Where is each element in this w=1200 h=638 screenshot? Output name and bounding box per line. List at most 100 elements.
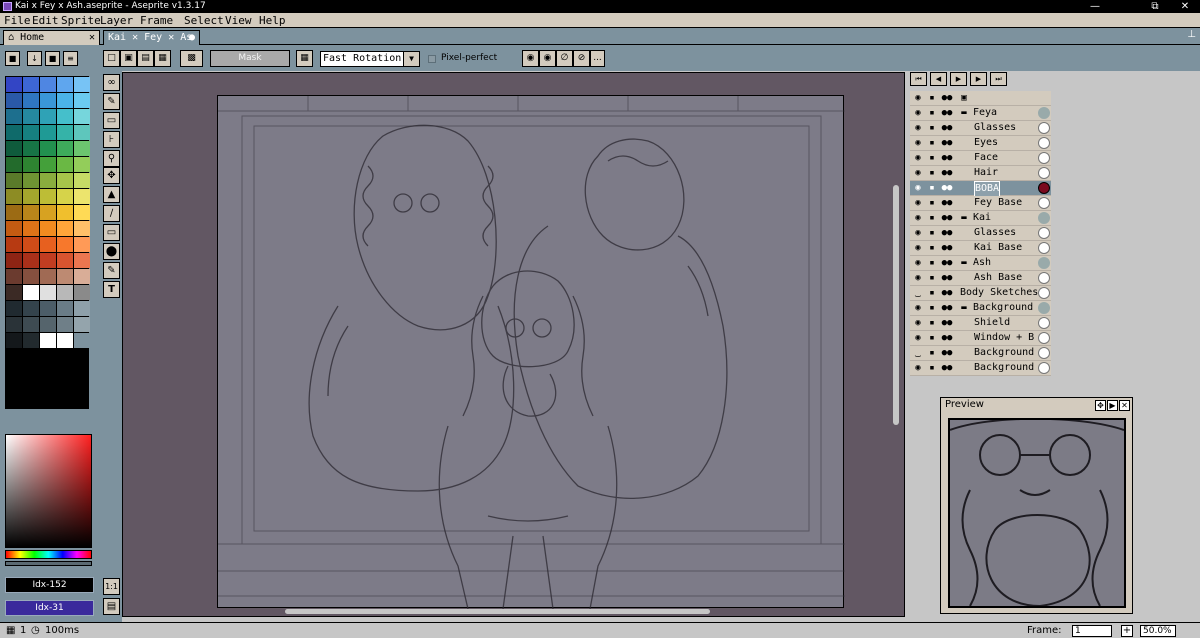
eyedropper-tool-icon[interactable]: ⊦ <box>103 131 120 148</box>
palette-swatch[interactable] <box>40 109 56 124</box>
fill-tool-icon[interactable]: ▲ <box>103 186 120 203</box>
eye-icon[interactable]: ◉ <box>912 197 924 209</box>
layer-row[interactable]: ◉ ▪ ●● Eyes <box>910 136 1051 151</box>
cel-indicator[interactable] <box>1038 152 1050 164</box>
palette-swatch[interactable] <box>40 141 56 156</box>
palette-swatch[interactable] <box>74 253 90 268</box>
layer-header-row[interactable]: ◉ ▪ ●● ▣ <box>910 91 1051 106</box>
palette-swatch[interactable] <box>6 301 22 316</box>
menu-select[interactable]: Select <box>184 13 224 28</box>
palette-swatch[interactable] <box>23 205 39 220</box>
cel-indicator[interactable] <box>1038 122 1050 134</box>
palette-swatch[interactable] <box>57 173 73 188</box>
palette-swatch[interactable] <box>23 269 39 284</box>
continuous-icon[interactable]: ●● <box>939 167 955 179</box>
eye-icon[interactable]: ◉ <box>912 332 924 344</box>
layer-row[interactable]: ‿ ▪ ●● Background <box>910 346 1051 361</box>
eye-icon[interactable]: ◉ <box>912 272 924 284</box>
palette-swatch[interactable] <box>57 77 73 92</box>
lock-icon[interactable]: ▪ <box>926 287 938 299</box>
cel-indicator[interactable] <box>1038 302 1050 314</box>
palette-swatch[interactable] <box>57 253 73 268</box>
palette-swatch[interactable] <box>57 109 73 124</box>
eye-icon[interactable]: ◉ <box>912 257 924 269</box>
eye-icon[interactable]: ◉ <box>912 107 924 119</box>
palette-swatch[interactable] <box>23 109 39 124</box>
actual-size-icon[interactable]: 1:1 <box>103 578 120 595</box>
palette-swatch[interactable] <box>74 157 90 172</box>
mask-color-button[interactable]: Mask <box>210 50 290 67</box>
lock-icon[interactable]: ▪ <box>926 332 938 344</box>
layer-row[interactable]: ◉ ▪ ●● Glasses <box>910 121 1051 136</box>
continuous-icon[interactable]: ●● <box>939 227 955 239</box>
palette-swatch[interactable] <box>40 205 56 220</box>
line-tool-icon[interactable]: ∕ <box>103 205 120 222</box>
palette-swatch[interactable] <box>23 317 39 332</box>
tab-document[interactable]: Kai ✕ Fey ✕ As ● <box>103 30 200 45</box>
palette-swatch[interactable] <box>6 141 22 156</box>
continuous-icon[interactable]: ●● <box>939 212 955 224</box>
first-frame-icon[interactable]: ⏮ <box>910 72 927 86</box>
palette-swatch[interactable] <box>40 253 56 268</box>
lock-icon[interactable]: ▪ <box>926 362 938 374</box>
cel-indicator[interactable] <box>1038 107 1050 119</box>
palette-swatch[interactable] <box>40 173 56 188</box>
palette-swatch[interactable] <box>6 317 22 332</box>
palette-swatch[interactable] <box>6 221 22 236</box>
palette-swatch[interactable] <box>40 77 56 92</box>
layer-row[interactable]: ◉ ▪ ●● Window + B <box>910 331 1051 346</box>
eye-icon[interactable]: ◉ <box>912 182 924 194</box>
palette-swatch[interactable] <box>6 205 22 220</box>
contour-tool-icon[interactable]: ⬤ <box>103 243 120 260</box>
text-tool-icon[interactable]: T <box>103 281 120 298</box>
palette-swatch[interactable] <box>6 237 22 252</box>
palette-swatch[interactable] <box>74 269 90 284</box>
preview-close-icon[interactable]: ✕ <box>1119 400 1130 411</box>
continuous-icon[interactable]: ●● <box>939 122 955 134</box>
palette-swatch[interactable] <box>74 317 90 332</box>
rectangle-tool-icon[interactable]: ▭ <box>103 224 120 241</box>
continuous-icon[interactable]: ●● <box>939 182 955 194</box>
lock-icon[interactable]: ▪ <box>926 212 938 224</box>
palette-swatch[interactable] <box>6 125 22 140</box>
pin-icon[interactable]: ⊥ <box>1187 29 1196 40</box>
palette-swatch[interactable] <box>23 157 39 172</box>
hidden-eye-icon[interactable]: ‿ <box>912 347 924 359</box>
lock-icon[interactable]: ▪ <box>926 317 938 329</box>
pixel-perfect-checkbox[interactable] <box>428 55 436 63</box>
cel-indicator[interactable] <box>1038 167 1050 179</box>
palette-swatch[interactable] <box>23 285 39 300</box>
palette-swatch[interactable] <box>57 221 73 236</box>
more-options-button[interactable]: ... <box>590 50 605 67</box>
palette-swatch[interactable] <box>40 317 56 332</box>
preview-image[interactable] <box>948 417 1126 608</box>
palette-swatch[interactable] <box>6 333 22 348</box>
eraser-tool-icon[interactable]: ▭ <box>103 112 120 129</box>
hidden-eye-icon[interactable]: ‿ <box>912 287 924 299</box>
palette-swatch[interactable] <box>74 93 90 108</box>
palette-swatch[interactable] <box>74 333 90 348</box>
palette-swatch[interactable] <box>23 125 39 140</box>
eye-icon[interactable]: ◉ <box>912 122 924 134</box>
rotation-algorithm-select[interactable]: Fast Rotation ▼ <box>320 51 420 67</box>
play-icon[interactable]: ▶ <box>950 72 967 86</box>
menu-sprite[interactable]: Sprite <box>61 13 101 28</box>
palette-swatch[interactable] <box>74 125 90 140</box>
add-frame-icon[interactable]: + <box>1121 625 1133 637</box>
palette-swatch[interactable] <box>6 109 22 124</box>
palette-swatch[interactable] <box>40 125 56 140</box>
cel-indicator[interactable] <box>1038 257 1050 269</box>
palette-swatch[interactable] <box>57 157 73 172</box>
menu-edit[interactable]: Edit <box>32 13 59 28</box>
eye-icon[interactable]: ◉ <box>912 242 924 254</box>
transparent-color-icon[interactable]: ▩ <box>180 50 203 67</box>
palette-swatch[interactable] <box>6 253 22 268</box>
continuous-icon[interactable]: ●● <box>939 152 955 164</box>
flip-icon[interactable]: ∅ <box>556 50 573 67</box>
palette-swatch[interactable] <box>6 189 22 204</box>
palette-swatch[interactable] <box>23 93 39 108</box>
continuous-icon[interactable]: ●● <box>939 317 955 329</box>
layer-row[interactable]: ◉ ▪ ●● Kai Base <box>910 241 1051 256</box>
eye-icon[interactable]: ◉ <box>912 362 924 374</box>
continuous-icon[interactable]: ●● <box>939 257 955 269</box>
